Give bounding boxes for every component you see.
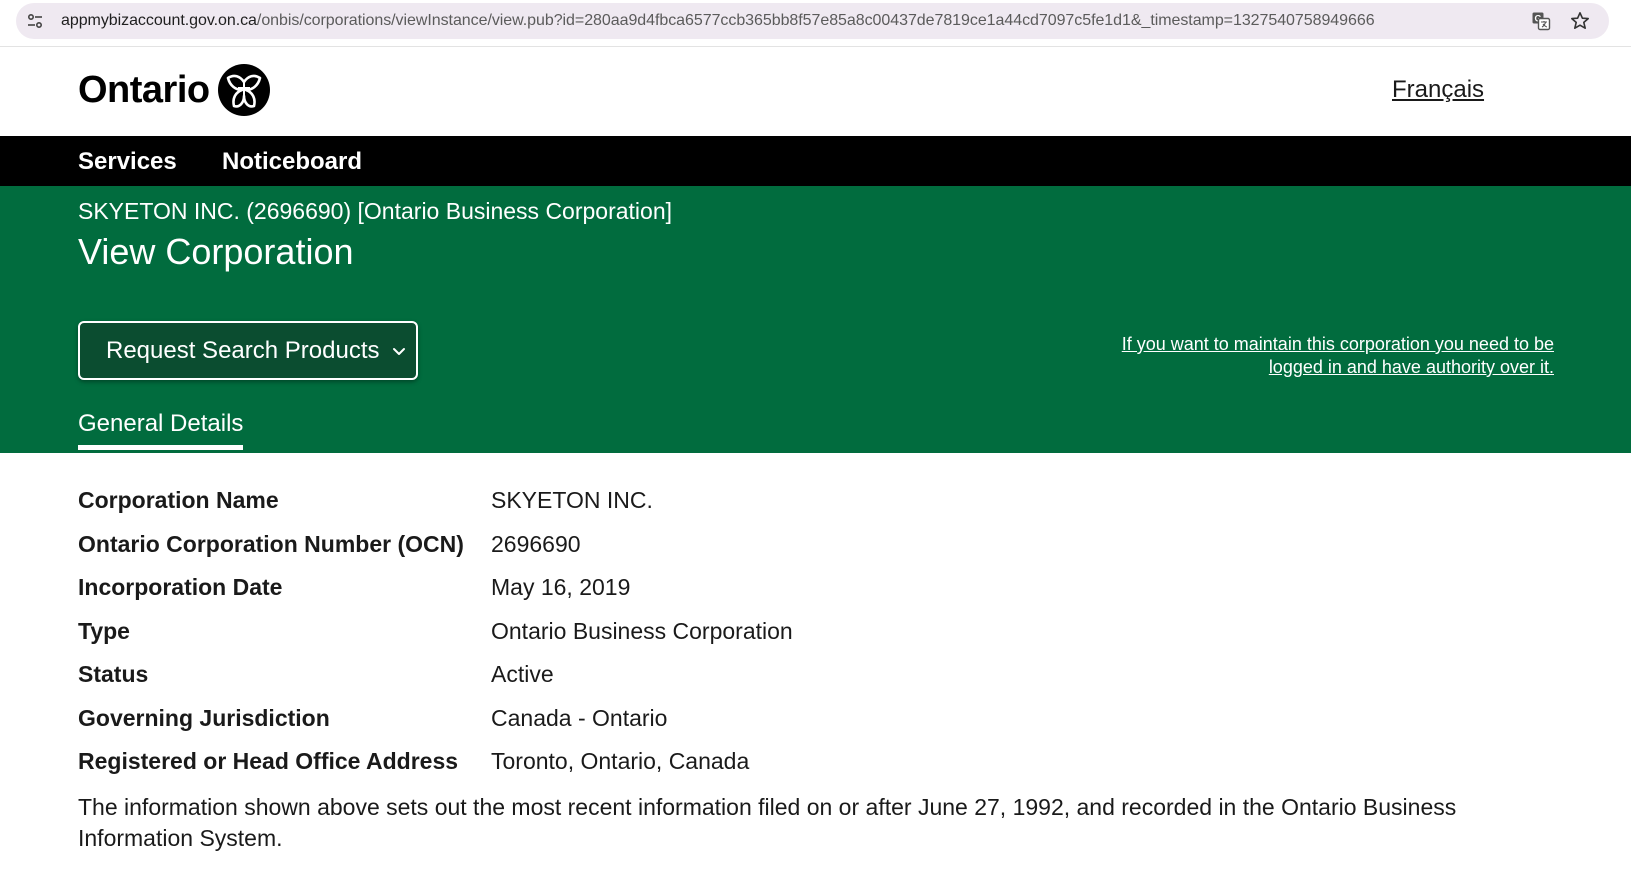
browser-toolbar: appmybizaccount.gov.on.ca/onbis/corporat… bbox=[0, 0, 1631, 47]
corporation-details: Corporation Name SKYETON INC. Ontario Co… bbox=[78, 487, 1558, 792]
nav-item-services[interactable]: Services bbox=[78, 148, 177, 176]
detail-label: Type bbox=[78, 617, 130, 644]
request-search-products-button[interactable]: Request Search Products bbox=[78, 321, 418, 380]
detail-label: Corporation Name bbox=[78, 487, 279, 513]
page-banner: SKYETON INC. (2696690) [Ontario Business… bbox=[0, 186, 1631, 453]
detail-row: Registered or Head Office Address Toront… bbox=[78, 748, 1558, 792]
nav-item-noticeboard[interactable]: Noticeboard bbox=[222, 148, 362, 176]
detail-label: Registered or Head Office Address bbox=[78, 748, 459, 774]
information-note: The information shown above sets out the… bbox=[78, 794, 1457, 851]
detail-value: Toronto, Ontario, Canada bbox=[491, 748, 750, 774]
tab-general-details[interactable]: General Details bbox=[78, 410, 244, 450]
detail-label: Status bbox=[78, 661, 149, 687]
detail-value: Active bbox=[491, 661, 554, 687]
translate-icon[interactable]: G bbox=[1530, 10, 1552, 32]
site-info-icon[interactable] bbox=[24, 10, 46, 32]
page-title: View Corporation bbox=[78, 231, 354, 272]
detail-value: SKYETON INC. bbox=[491, 487, 653, 513]
detail-row: Incorporation Date May 16, 2019 bbox=[78, 574, 1558, 618]
detail-row: Status Active bbox=[78, 661, 1558, 705]
detail-value: 2696690 bbox=[491, 530, 581, 557]
detail-row: Corporation Name SKYETON INC. bbox=[78, 487, 1558, 531]
main-nav: Services Noticeboard bbox=[0, 136, 1631, 186]
url-path: /onbis/corporations/viewInstance/view.pu… bbox=[256, 12, 1375, 29]
url-host: appmybizaccount.gov.on.ca bbox=[61, 12, 257, 29]
detail-value: Canada - Ontario bbox=[491, 704, 668, 731]
trillium-icon bbox=[217, 64, 270, 116]
detail-row: Governing Jurisdiction Canada - Ontario bbox=[78, 705, 1558, 749]
logo-text: Ontario bbox=[78, 68, 210, 111]
site-header: Ontario Français bbox=[0, 48, 1631, 136]
detail-label: Ontario Corporation Number (OCN) bbox=[78, 530, 464, 557]
ontario-logo[interactable]: Ontario bbox=[78, 64, 270, 116]
corporation-subtitle: SKYETON INC. (2696690) [Ontario Business… bbox=[78, 198, 673, 224]
star-icon[interactable] bbox=[1569, 10, 1591, 32]
detail-row: Type Ontario Business Corporation bbox=[78, 618, 1558, 662]
detail-value: Ontario Business Corporation bbox=[491, 617, 793, 644]
detail-label: Incorporation Date bbox=[78, 574, 283, 600]
chevron-down-icon bbox=[393, 347, 406, 355]
address-bar[interactable]: appmybizaccount.gov.on.ca/onbis/corporat… bbox=[16, 3, 1609, 39]
detail-label: Governing Jurisdiction bbox=[78, 704, 330, 731]
language-toggle-link[interactable]: Français bbox=[1392, 76, 1484, 104]
detail-value: May 16, 2019 bbox=[491, 574, 631, 600]
detail-row: Ontario Corporation Number (OCN) 2696690 bbox=[78, 531, 1558, 575]
request-search-products-label: Request Search Products bbox=[106, 336, 380, 364]
maintain-corporation-link[interactable]: If you want to maintain this corporation… bbox=[1084, 333, 1554, 379]
url-text[interactable]: appmybizaccount.gov.on.ca/onbis/corporat… bbox=[61, 12, 1375, 30]
